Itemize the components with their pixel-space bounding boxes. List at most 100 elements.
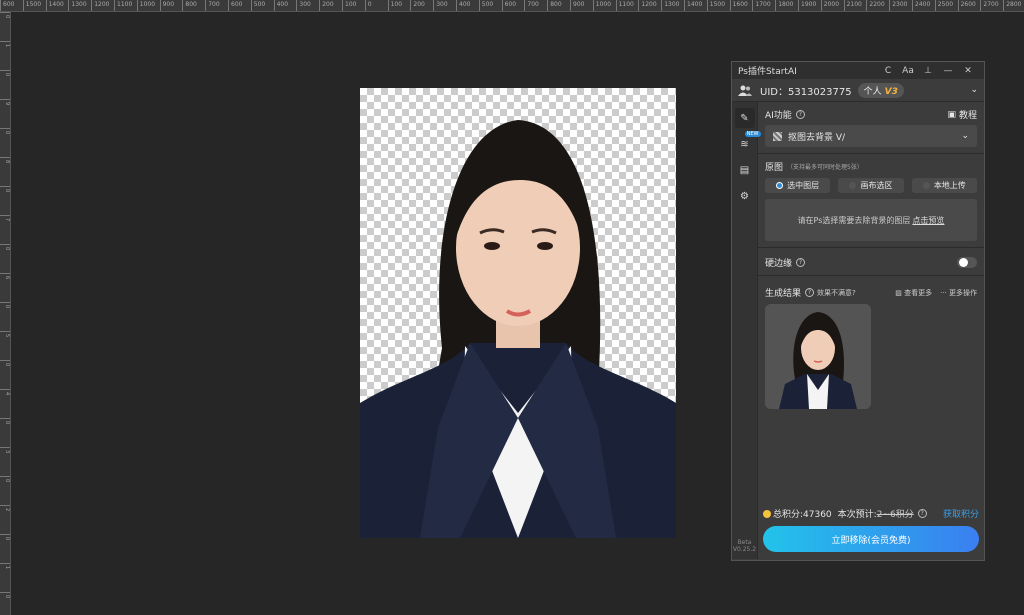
ruler-top-tick: 600	[501, 0, 516, 11]
radio-icon	[922, 182, 930, 189]
ruler-left-tick: 0	[0, 128, 10, 134]
result-thumbnail[interactable]	[765, 304, 871, 409]
more-actions-link[interactable]: ··· 更多操作	[940, 288, 977, 298]
version-badge: V3	[884, 86, 898, 97]
dissatisfied-link[interactable]: 效果不满意?	[817, 288, 856, 298]
ruler-left-tick: 8	[0, 157, 10, 163]
points-row: 总积分:47360 本次预计: 2~6积分 ? 获取积分	[763, 507, 979, 520]
ruler-top-tick: 1000	[592, 0, 611, 11]
ruler-top-tick: 300	[296, 0, 311, 11]
radio-icon	[849, 182, 857, 189]
plan-badge: 个人 V3	[857, 82, 904, 98]
ruler-top-tick: 0	[364, 0, 372, 11]
ruler-top-tick: 2400	[912, 0, 930, 11]
source-option-local-upload[interactable]: 本地上传	[911, 178, 977, 193]
help-icon[interactable]: ?	[805, 288, 815, 297]
ruler-left-tick: 0	[0, 70, 10, 76]
ruler-top-tick: 1200	[638, 0, 657, 11]
source-label: 原图	[765, 163, 784, 173]
user-uid: UID：5313023775	[760, 86, 852, 98]
ruler-top-tick: 500	[250, 0, 265, 11]
ruler-top-tick: 200	[410, 0, 425, 11]
result-portrait-image	[765, 304, 871, 409]
ruler-left: 0 1 0 9 0 8 0 7 0 6 0 5 0 4 0 3 0 2 0 1 0	[0, 12, 11, 615]
ruler-top-tick: 1200	[91, 0, 109, 11]
panel-titlebar: Ps插件StartAI C Aa ⊥ — ✕	[732, 62, 984, 79]
hard-edge-toggle[interactable]	[957, 257, 977, 268]
ruler-top-tick: 2300	[889, 0, 907, 11]
panel-main: AI功能 ? ▣ 教程 抠图去背景 V/ ⌄ 原图 （支持最多可同时处理5张） …	[758, 102, 984, 559]
ruler-top-tick: 500	[478, 0, 493, 11]
ruler-top-tick: 1800	[775, 0, 793, 11]
ruler-left-tick: 0	[0, 534, 10, 540]
ruler-top-tick: 900	[159, 0, 174, 11]
user-bar: UID：5313023775 个人 V3 ⌄	[732, 79, 984, 102]
source-sub-label: （支持最多可同时处理5张）	[787, 164, 863, 171]
ruler-top-tick: 2600	[957, 0, 976, 11]
ruler-top-tick: 2000	[820, 0, 839, 11]
ruler-left-tick: 6	[0, 273, 10, 279]
tutorial-link[interactable]: 教程	[959, 108, 977, 121]
help-icon[interactable]: ?	[795, 110, 805, 119]
sidebar-gear-icon[interactable]: ⚙	[735, 186, 755, 206]
ruler-top-tick: 1000	[136, 0, 155, 11]
ai-function-label: AI功能	[765, 111, 792, 121]
ruler-left-tick: 0	[0, 244, 10, 250]
ruler-top-tick: 2500	[934, 0, 953, 11]
ruler-top: 600 1500 1400 1300 1200 1100 1000 900 800 700 600 5…	[0, 0, 1024, 12]
source-option-canvas-selection[interactable]: 画布选区	[838, 178, 904, 193]
font-size-icon[interactable]: Aa	[898, 66, 918, 76]
result-label: 生成结果	[765, 289, 802, 299]
pin-icon[interactable]: ⊥	[918, 66, 938, 76]
help-icon[interactable]: ?	[917, 509, 927, 518]
source-option-selected-layer[interactable]: 选中图层	[765, 178, 831, 193]
ruler-top-tick: 400	[273, 0, 288, 11]
ruler-top-tick: 1700	[752, 0, 771, 11]
document-canvas[interactable]	[360, 88, 676, 538]
ruler-top-tick: 1600	[729, 0, 748, 11]
ruler-top-tick: 900	[570, 0, 584, 11]
chevron-down-icon: ⌄	[961, 131, 969, 141]
refresh-icon[interactable]: C	[878, 66, 898, 76]
coin-icon	[763, 509, 771, 518]
remove-now-button[interactable]: 立即移除(会员免费)	[763, 526, 979, 552]
ruler-top-tick: 1500	[22, 0, 41, 11]
get-points-link[interactable]: 获取积分	[943, 507, 979, 520]
ai-function-select[interactable]: 抠图去背景 V/ ⌄	[765, 125, 977, 147]
user-dropdown-chevron-icon[interactable]: ⌄	[970, 85, 978, 95]
view-more-link[interactable]: ▨ 查看更多	[895, 288, 932, 298]
preview-link[interactable]: 点击预览	[912, 215, 944, 226]
ruler-top-tick: 800	[182, 0, 197, 11]
ruler-top-tick: 100	[387, 0, 402, 11]
ruler-top-tick: 600	[0, 0, 14, 11]
source-header: 原图 （支持最多可同时处理5张）	[765, 160, 977, 173]
ruler-top-tick: 600	[228, 0, 242, 11]
minimize-icon[interactable]: —	[938, 66, 958, 76]
help-icon[interactable]: ?	[796, 258, 806, 267]
ruler-left-tick: 4	[0, 389, 10, 395]
ruler-left-tick: 0	[0, 12, 10, 18]
startai-panel: Ps插件StartAI C Aa ⊥ — ✕ UID：5313023775 个人…	[731, 61, 985, 561]
close-icon[interactable]: ✕	[958, 66, 978, 76]
hard-edge-row: 硬边缘 ?	[765, 256, 977, 269]
ruler-top-tick: 1100	[615, 0, 634, 11]
ruler-top-tick: 2700	[980, 0, 999, 11]
sidebar-doc-icon[interactable]: ▤	[735, 160, 755, 180]
ruler-left-tick: 5	[0, 331, 10, 337]
ruler-top-tick: 1400	[684, 0, 702, 11]
ruler-top-tick: 400	[456, 0, 470, 11]
ai-function-header: AI功能 ? ▣ 教程	[765, 108, 977, 122]
ruler-top-tick: 200	[319, 0, 334, 11]
ruler-left-tick: 2	[0, 505, 10, 511]
sidebar-brush-icon[interactable]: ✎	[734, 108, 755, 128]
ruler-top-tick: 1300	[661, 0, 679, 11]
panel-title: Ps插件StartAI	[738, 67, 797, 77]
ruler-top-tick: 700	[205, 0, 220, 11]
source-hint-box: 请在Ps选择需要去除背景的图层 点击预览	[765, 199, 977, 241]
ruler-top-tick: 1900	[798, 0, 816, 11]
estimate-label: 本次预计:	[837, 510, 877, 520]
ruler-top-tick: 300	[433, 0, 448, 11]
sidebar-layers-icon[interactable]: ≋ NEW	[735, 131, 761, 154]
tutorial-icon: ▣	[947, 109, 956, 120]
panel-body: ✎ ≋ NEW ▤ ⚙ Beta V0.25.2 AI功能 ? ▣ 教程 抠图去背景…	[732, 102, 984, 559]
